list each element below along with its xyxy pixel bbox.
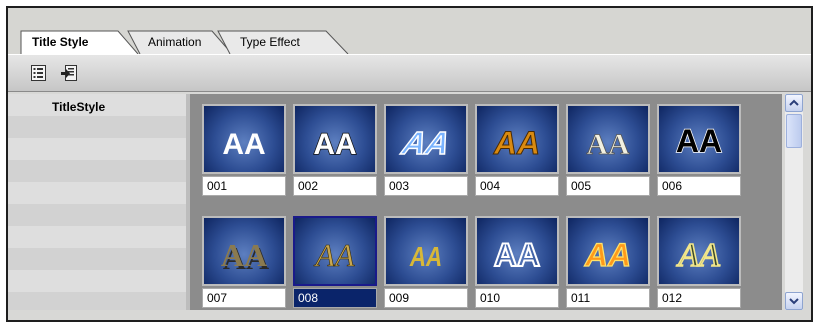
style-label: 012 bbox=[657, 288, 741, 308]
style-thumbnail[interactable]: AA bbox=[566, 216, 650, 286]
style-label: 001 bbox=[202, 176, 286, 196]
title-style-panel: Title Style Animation Type Effect TitleS… bbox=[6, 6, 813, 322]
svg-text:AA: AA bbox=[494, 237, 540, 273]
svg-text:AA: AA bbox=[586, 128, 630, 161]
tab-label: Animation bbox=[148, 35, 202, 49]
chevron-down-icon bbox=[789, 298, 799, 305]
style-label: 004 bbox=[475, 176, 559, 196]
style-label: 008 bbox=[293, 288, 377, 308]
style-preview: AA bbox=[675, 236, 720, 275]
list-row bbox=[8, 270, 186, 292]
style-preview: AA AA bbox=[221, 237, 269, 276]
style-thumbnail[interactable]: AA bbox=[475, 216, 559, 286]
svg-text:AA: AA bbox=[313, 128, 356, 161]
tab-label: Title Style bbox=[32, 35, 89, 49]
style-label: 005 bbox=[566, 176, 650, 196]
list-row bbox=[8, 116, 186, 138]
style-thumbnail[interactable]: AA bbox=[202, 104, 286, 174]
style-thumbnail[interactable]: AA bbox=[293, 216, 377, 286]
svg-text:AA: AA bbox=[409, 242, 442, 273]
style-label: 002 bbox=[293, 176, 377, 196]
properties-icon bbox=[31, 65, 46, 81]
style-thumbnail[interactable]: AA AA bbox=[202, 216, 286, 286]
style-preview: AA bbox=[397, 125, 453, 162]
list-row bbox=[8, 138, 186, 160]
import-button[interactable] bbox=[60, 64, 78, 82]
style-gallery: AA 001 AA 002 AA 003 AA 004 AA 005 AA 00… bbox=[190, 94, 782, 310]
list-row bbox=[8, 204, 186, 226]
toolbar bbox=[8, 54, 811, 92]
properties-button[interactable] bbox=[30, 64, 48, 82]
style-preview: AA bbox=[313, 237, 355, 274]
svg-text:AA: AA bbox=[493, 125, 540, 161]
tab-label: Type Effect bbox=[240, 35, 300, 49]
style-preview: AA bbox=[675, 122, 723, 160]
style-preview: AA bbox=[313, 127, 358, 162]
svg-text:AA: AA bbox=[313, 237, 355, 273]
style-preview: AA bbox=[222, 128, 265, 161]
svg-text:AA: AA bbox=[676, 123, 722, 159]
import-icon bbox=[61, 65, 77, 81]
style-preview: AA bbox=[586, 128, 630, 162]
tab-title-style[interactable]: Title Style bbox=[20, 30, 140, 54]
scroll-up-button[interactable] bbox=[785, 94, 803, 112]
svg-text:AA: AA bbox=[222, 128, 265, 161]
scroll-thumb[interactable] bbox=[786, 114, 802, 148]
style-thumbnail[interactable]: AA bbox=[293, 104, 377, 174]
style-thumbnail[interactable]: AA bbox=[566, 104, 650, 174]
style-preview: AA bbox=[583, 236, 631, 273]
style-label: 003 bbox=[384, 176, 468, 196]
svg-text:AA: AA bbox=[221, 237, 267, 273]
style-preview: AA bbox=[493, 236, 541, 274]
style-category-list: TitleStyle bbox=[8, 94, 186, 310]
style-label: 006 bbox=[657, 176, 741, 196]
list-row bbox=[8, 226, 186, 248]
style-thumbnail[interactable]: AA bbox=[384, 104, 468, 174]
style-preview: AA bbox=[409, 242, 442, 273]
style-thumbnail[interactable]: AA bbox=[657, 216, 741, 286]
scroll-down-button[interactable] bbox=[785, 292, 803, 310]
style-thumbnail[interactable]: AA bbox=[475, 104, 559, 174]
gallery-scrollbar[interactable] bbox=[785, 94, 803, 310]
svg-text:AA: AA bbox=[398, 125, 453, 161]
list-row bbox=[8, 248, 186, 270]
list-row bbox=[8, 160, 186, 182]
list-item-titlestyle[interactable]: TitleStyle bbox=[52, 100, 105, 114]
style-thumbnail[interactable]: AA bbox=[657, 104, 741, 174]
style-label: 007 bbox=[202, 288, 286, 308]
svg-text:AA: AA bbox=[676, 237, 720, 274]
style-label: 010 bbox=[475, 288, 559, 308]
list-row bbox=[8, 292, 186, 310]
tab-bar: Title Style Animation Type Effect bbox=[8, 8, 811, 54]
tab-type-effect[interactable]: Type Effect bbox=[214, 30, 354, 54]
style-label: 009 bbox=[384, 288, 468, 308]
style-preview: AA bbox=[492, 125, 540, 162]
list-row bbox=[8, 182, 186, 204]
style-label: 011 bbox=[566, 288, 650, 308]
svg-text:AA: AA bbox=[584, 237, 631, 273]
style-thumbnail[interactable]: AA bbox=[384, 216, 468, 286]
chevron-up-icon bbox=[789, 99, 799, 106]
